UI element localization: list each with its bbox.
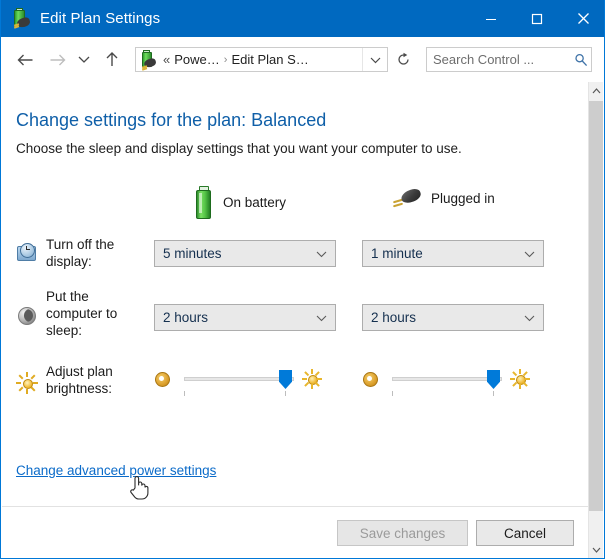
column-header-plugged-in: Plugged in <box>392 186 495 210</box>
content-pane: Change settings for the plan: Balanced C… <box>2 82 590 506</box>
combobox-value: 2 hours <box>371 310 417 325</box>
edit-plan-settings-window: Edit Plan Settings « Powe… › Edit Plan S… <box>0 0 605 559</box>
breadcrumb-item-edit-plan-settings[interactable]: Edit Plan S… <box>231 52 308 67</box>
battery-plug-icon <box>11 7 32 29</box>
search-input[interactable] <box>433 52 571 67</box>
breadcrumb-item-power-options[interactable]: Powe… <box>174 52 220 67</box>
column-label-plugged-in: Plugged in <box>431 190 495 206</box>
back-arrow-icon[interactable] <box>11 46 39 74</box>
refresh-icon[interactable] <box>390 47 416 72</box>
setting-row-adjust-plan-brightness: Adjust plan brightness: <box>2 361 590 405</box>
setting-label-adjust-plan-brightness: Adjust plan brightness: <box>46 364 113 396</box>
window-controls <box>468 0 604 37</box>
combobox-value: 2 hours <box>163 310 209 325</box>
slider-thumb-on-battery[interactable] <box>279 370 292 389</box>
bright-sun-icon <box>302 369 322 389</box>
save-changes-button[interactable]: Save changes <box>337 520 468 546</box>
scrollbar-thumb[interactable] <box>589 101 603 511</box>
setting-row-sleep: Put the computer to sleep: 2 hours 2 hou… <box>2 288 590 344</box>
setting-row-turn-off-display: Turn off the display: 5 minutes 1 minute <box>2 234 590 274</box>
slider-brightness-on-battery[interactable] <box>154 369 322 396</box>
combobox-value: 1 minute <box>371 246 423 261</box>
chevron-down-icon[interactable] <box>316 314 327 322</box>
chevron-down-icon[interactable] <box>316 250 327 258</box>
chevron-down-icon[interactable] <box>524 250 535 258</box>
battery-plug-icon <box>139 49 157 70</box>
save-changes-label: Save changes <box>359 525 446 541</box>
display-clock-icon <box>16 242 38 264</box>
search-icon[interactable] <box>571 53 591 67</box>
recent-pages-chevron-icon[interactable] <box>74 46 94 74</box>
vertical-scrollbar[interactable] <box>588 82 603 558</box>
page-subtitle: Choose the sleep and display settings th… <box>16 141 462 156</box>
search-box[interactable] <box>426 47 592 72</box>
setting-label-turn-off-display: Turn off the display: <box>46 237 115 269</box>
breadcrumb-overflow[interactable]: « <box>159 52 174 67</box>
combobox-sleep-on-battery[interactable]: 2 hours <box>154 304 336 331</box>
combobox-turn-off-display-plugged-in[interactable]: 1 minute <box>362 240 544 267</box>
brightness-sun-icon <box>16 372 38 394</box>
combobox-turn-off-display-on-battery[interactable]: 5 minutes <box>154 240 336 267</box>
scroll-up-icon[interactable] <box>589 82 603 99</box>
change-advanced-power-settings-link[interactable]: Change advanced power settings <box>16 463 216 478</box>
cancel-label: Cancel <box>503 525 547 541</box>
column-label-on-battery: On battery <box>223 195 287 210</box>
breadcrumb-separator: › <box>223 53 228 66</box>
chevron-down-icon[interactable] <box>362 48 387 71</box>
slider-thumb-plugged-in[interactable] <box>487 370 500 389</box>
column-header-on-battery: On battery <box>192 186 286 219</box>
close-button[interactable] <box>560 0 604 37</box>
dim-sun-icon <box>154 371 170 387</box>
combobox-value: 5 minutes <box>163 246 222 261</box>
bright-sun-icon <box>510 369 530 389</box>
power-plug-icon <box>392 186 423 210</box>
combobox-sleep-plugged-in[interactable]: 2 hours <box>362 304 544 331</box>
dim-sun-icon <box>362 371 378 387</box>
sleep-moon-icon <box>16 304 38 326</box>
minimize-button[interactable] <box>468 0 514 37</box>
cancel-button[interactable]: Cancel <box>476 520 574 546</box>
page-title: Change settings for the plan: Balanced <box>16 110 327 130</box>
button-bar: Save changes Cancel <box>2 506 590 558</box>
window-title: Edit Plan Settings <box>40 10 161 27</box>
chevron-down-icon[interactable] <box>524 314 535 322</box>
breadcrumb[interactable]: « Powe… › Edit Plan S… <box>135 47 388 72</box>
slider-track-plugged-in[interactable] <box>386 369 504 396</box>
setting-label-sleep: Put the computer to sleep: <box>46 289 118 338</box>
address-bar: « Powe… › Edit Plan S… <box>2 37 604 82</box>
slider-brightness-plugged-in[interactable] <box>362 369 530 396</box>
slider-track-on-battery[interactable] <box>178 369 296 396</box>
up-arrow-icon[interactable] <box>98 46 126 74</box>
scroll-down-icon[interactable] <box>589 541 603 558</box>
maximize-button[interactable] <box>514 0 560 37</box>
battery-icon <box>192 186 214 219</box>
title-bar[interactable]: Edit Plan Settings <box>1 0 604 37</box>
forward-arrow-icon <box>43 46 71 74</box>
